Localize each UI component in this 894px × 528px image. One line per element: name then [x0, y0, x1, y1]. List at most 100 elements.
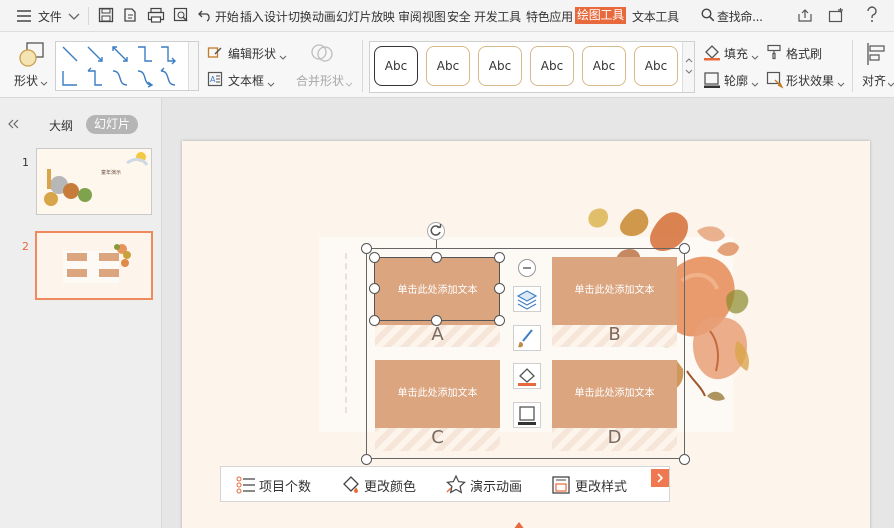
shape-dropdown-icon[interactable] [40, 76, 48, 86]
textbox-icon[interactable]: A [207, 71, 223, 87]
shape-label[interactable]: 形状 [14, 72, 38, 89]
style-sample-5[interactable]: Abc [582, 46, 626, 86]
group-handle-br[interactable] [679, 454, 690, 465]
change-color-button[interactable]: 更改颜色 [364, 476, 416, 495]
layer-order-button[interactable] [513, 286, 541, 312]
tab-developer[interactable]: 开发工具 [474, 8, 521, 25]
collapse-toolbar-icon[interactable] [518, 259, 536, 277]
tab-text-tools[interactable]: 文本工具 [632, 8, 679, 25]
tab-design[interactable]: 设计 [264, 8, 288, 25]
line-shapes-gallery[interactable] [55, 41, 199, 91]
shape-handle-tr[interactable] [494, 252, 505, 263]
shape-handle-tl[interactable] [369, 252, 380, 263]
hamburger-menu-icon[interactable] [16, 9, 32, 23]
style-sample-4[interactable]: Abc [530, 46, 574, 86]
change-style-icon[interactable] [551, 475, 571, 495]
fill-label[interactable]: 填充 [724, 45, 748, 62]
slide-number-1: 1 [22, 156, 29, 169]
tab-home[interactable]: 开始 [215, 8, 239, 25]
tab-insert[interactable]: 插入 [240, 8, 264, 25]
brush-style-button[interactable] [513, 325, 541, 351]
left-dash-line [345, 253, 347, 413]
svg-text:A: A [210, 75, 216, 84]
merge-shape-label: 合并形状 [296, 74, 345, 88]
chevron-down-icon[interactable] [267, 77, 275, 87]
save-icon[interactable] [98, 7, 114, 23]
fill-color-button[interactable] [513, 363, 541, 389]
fill-icon[interactable] [703, 43, 721, 61]
smart-graphic-toolbar: 项目个数 更改颜色 演示动画 更改样式 [220, 466, 670, 502]
tab-drawing-tools[interactable]: 绘图工具 [575, 7, 626, 24]
tab-outline[interactable]: 大纲 [49, 117, 73, 134]
outline-label[interactable]: 轮廓 [724, 72, 748, 89]
search-command[interactable]: 查找命... [717, 8, 763, 25]
tab-features[interactable]: 特色应用 [526, 8, 573, 25]
expand-toolbar-icon[interactable] [651, 469, 669, 487]
item-count-button[interactable]: 项目个数 [259, 476, 311, 495]
tab-animation[interactable]: 动画 [312, 8, 336, 25]
ribbon-toolbar: 形状 编辑形状 A 文本框 合并形状 Abc Abc Abc Abc Abc A… [0, 32, 894, 98]
shape-handle-br[interactable] [494, 315, 505, 326]
search-icon[interactable] [701, 8, 715, 22]
textbox-label[interactable]: 文本框 [228, 72, 264, 89]
tab-slideshow[interactable]: 幻灯片放映 [336, 8, 395, 25]
tab-slides[interactable]: 幻灯片 [86, 115, 139, 134]
tab-security[interactable]: 安全 [447, 8, 471, 25]
group-handle-bl[interactable] [361, 454, 372, 465]
output-pdf-icon[interactable] [122, 7, 138, 23]
collapse-panel-icon[interactable] [8, 118, 20, 129]
menu-bar: 文件 开始 插入 设计 切换 动画 幻灯片放映 审阅 视图 安全 开发工具 特色… [0, 0, 894, 32]
edit-shape-label[interactable]: 编辑形状 [228, 45, 276, 62]
chevron-down-icon[interactable] [837, 77, 845, 87]
edit-shape-icon[interactable] [207, 44, 223, 60]
chevron-down-icon[interactable] [751, 50, 759, 60]
style-sample-6[interactable]: Abc [634, 46, 678, 86]
change-style-button[interactable]: 更改样式 [575, 476, 627, 495]
align-label[interactable]: 对齐 [862, 72, 886, 89]
paint-bucket-icon[interactable] [341, 475, 361, 495]
undo-icon[interactable] [198, 8, 212, 22]
shape-effect-label[interactable]: 形状效果 [786, 72, 834, 89]
share-icon[interactable] [797, 8, 813, 23]
slide-thumbnail-2[interactable] [35, 231, 153, 300]
group-handle-tr[interactable] [679, 243, 690, 254]
shape-handle-bl[interactable] [369, 315, 380, 326]
list-items-icon[interactable] [236, 476, 256, 494]
chevron-down-icon[interactable] [279, 50, 287, 60]
demo-animation-button[interactable]: 演示动画 [470, 476, 522, 495]
chevron-down-icon[interactable] [68, 10, 80, 20]
tab-transition[interactable]: 切换 [288, 8, 312, 25]
animation-star-icon[interactable] [445, 474, 467, 496]
format-painter-icon[interactable] [766, 44, 782, 60]
outline-color-button[interactable] [513, 402, 541, 428]
tab-view[interactable]: 视图 [422, 8, 446, 25]
shape-handle-ml[interactable] [369, 283, 380, 294]
slide-bottom-marker [512, 519, 526, 528]
tab-review[interactable]: 审阅 [398, 8, 422, 25]
align-icon[interactable] [866, 42, 886, 66]
style-gallery-scroll[interactable] [682, 42, 694, 92]
chevron-down-icon[interactable] [887, 77, 894, 87]
shape-handle-tm[interactable] [431, 252, 442, 263]
style-sample-2[interactable]: Abc [426, 46, 470, 86]
rotate-handle-icon[interactable] [427, 222, 445, 240]
help-icon[interactable] [866, 6, 878, 24]
shape-effect-icon[interactable] [766, 71, 784, 89]
new-window-icon[interactable] [828, 8, 844, 23]
shape-handle-bm[interactable] [431, 315, 442, 326]
outline-icon[interactable] [703, 71, 721, 89]
shape-selection-frame[interactable] [374, 257, 500, 321]
print-icon[interactable] [147, 7, 165, 23]
chevron-down-icon[interactable] [751, 77, 759, 87]
file-menu[interactable]: 文件 [38, 8, 62, 25]
slide-thumbnail-1[interactable]: 童年演示 [36, 148, 152, 215]
style-sample-1[interactable]: Abc [374, 46, 418, 86]
slide-1-title: 童年演示 [101, 170, 122, 176]
wps-presentation-window: 文件 开始 插入 设计 切换 动画 幻灯片放映 审阅 视图 安全 开发工具 特色… [0, 0, 894, 528]
print-preview-icon[interactable] [173, 7, 189, 23]
style-sample-3[interactable]: Abc [478, 46, 522, 86]
shape-icon[interactable] [18, 40, 46, 68]
format-painter-label[interactable]: 格式刷 [786, 45, 822, 62]
shape-handle-mr[interactable] [494, 283, 505, 294]
chevron-down-icon [345, 77, 353, 87]
